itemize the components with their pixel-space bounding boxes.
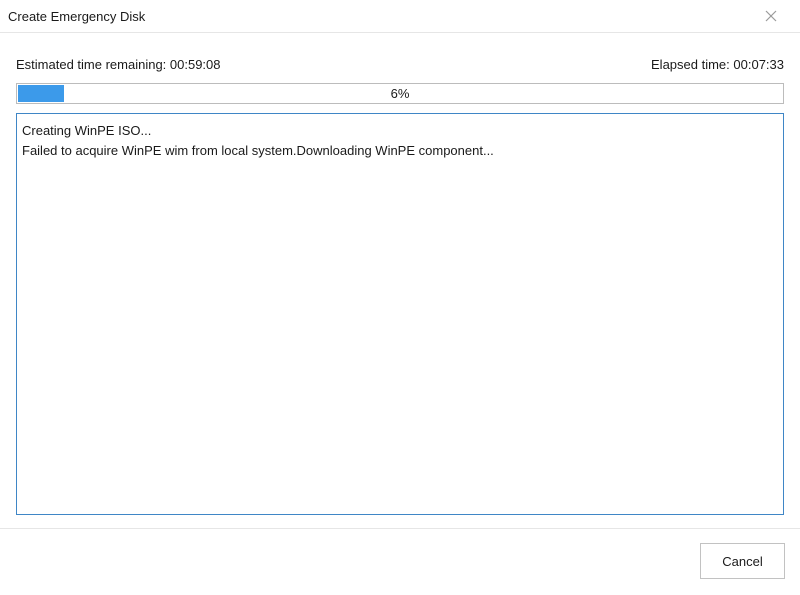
estimated-time-remaining: Estimated time remaining: 00:59:08 bbox=[16, 57, 221, 72]
close-icon bbox=[765, 10, 777, 22]
progress-bar: 6% bbox=[16, 83, 784, 104]
elapsed-time: Elapsed time: 00:07:33 bbox=[651, 57, 784, 72]
title-bar: Create Emergency Disk bbox=[0, 0, 800, 33]
log-line: Creating WinPE ISO... bbox=[22, 123, 152, 138]
log-output-box[interactable]: Creating WinPE ISO... Failed to acquire … bbox=[16, 113, 784, 515]
progress-percent-label: 6% bbox=[390, 86, 410, 101]
emergency-disk-dialog: Create Emergency Disk Estimated time rem… bbox=[0, 0, 800, 595]
footer-divider bbox=[0, 528, 800, 529]
log-line: Failed to acquire WinPE wim from local s… bbox=[22, 143, 494, 158]
window-title: Create Emergency Disk bbox=[8, 9, 146, 24]
close-button[interactable] bbox=[762, 7, 780, 25]
time-status-row: Estimated time remaining: 00:59:08 Elaps… bbox=[16, 57, 784, 73]
cancel-button[interactable]: Cancel bbox=[700, 543, 785, 579]
